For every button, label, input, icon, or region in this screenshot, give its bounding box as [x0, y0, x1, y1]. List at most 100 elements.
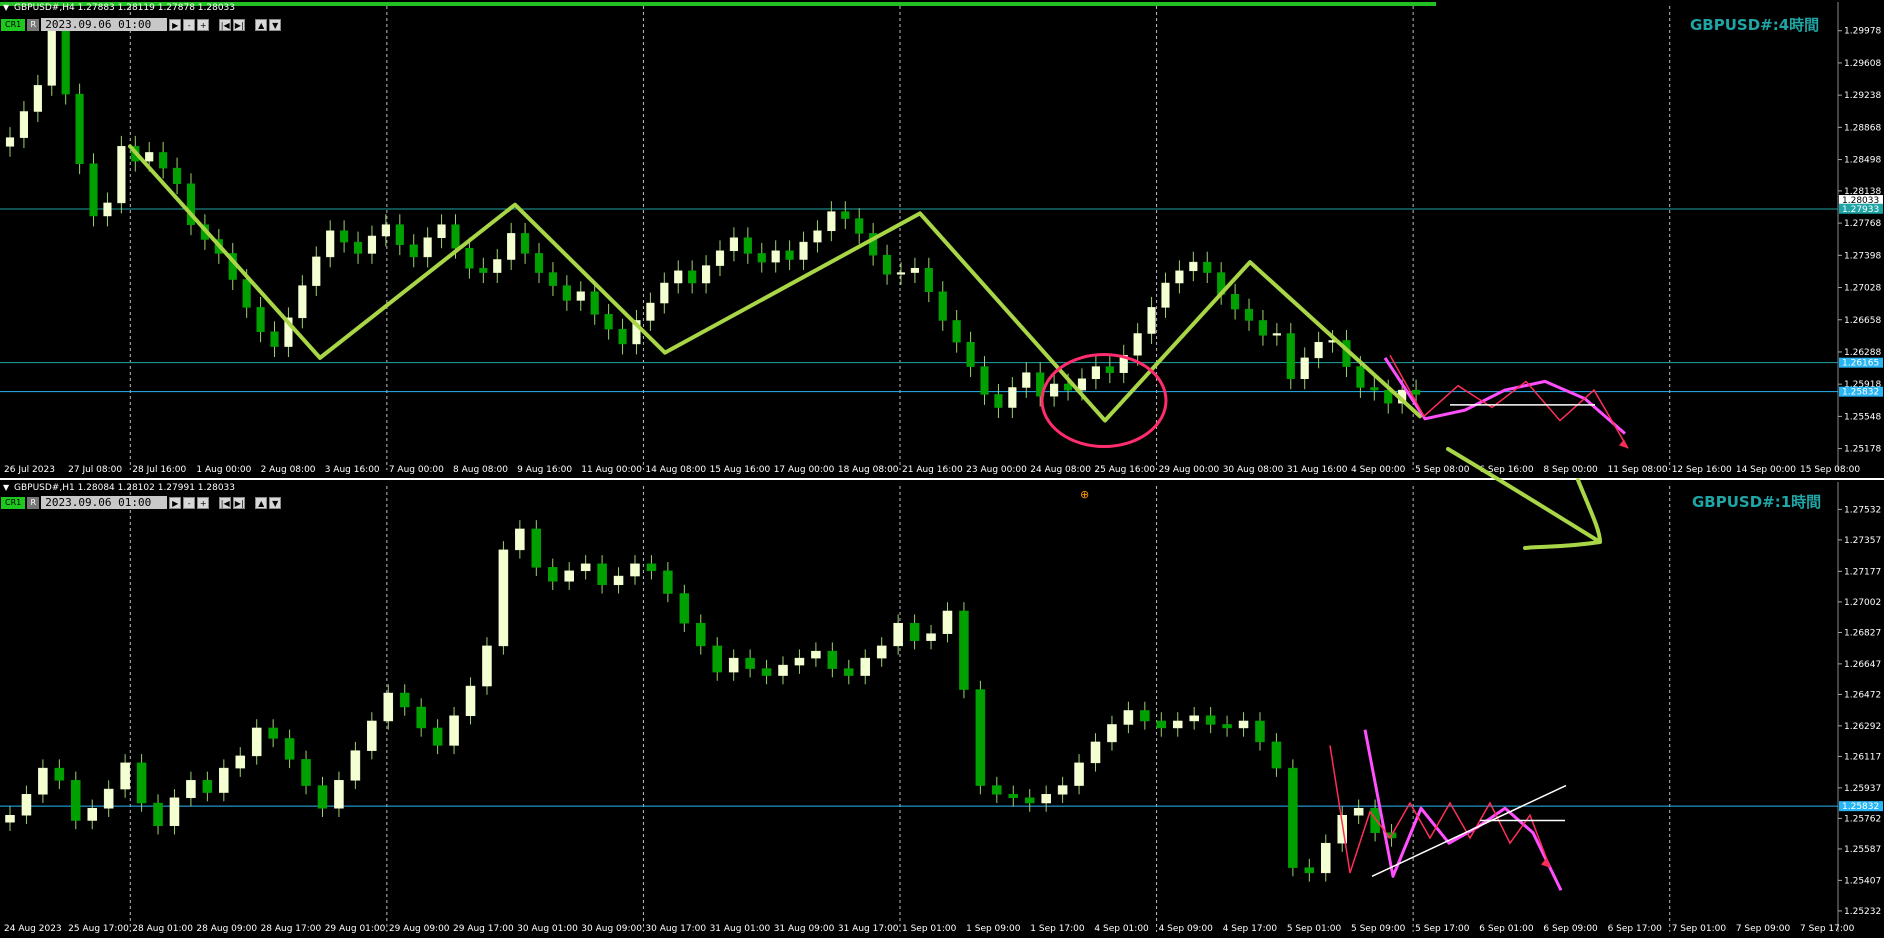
candle-body[interactable] — [437, 224, 446, 238]
candle-body[interactable] — [952, 320, 961, 343]
candle-body[interactable] — [1304, 867, 1315, 874]
candle-body[interactable] — [235, 755, 246, 769]
candle-body[interactable] — [298, 285, 307, 319]
candle-body[interactable] — [1353, 808, 1364, 816]
candle-body[interactable] — [1105, 366, 1114, 373]
candle-body[interactable] — [1090, 741, 1101, 764]
candle-body[interactable] — [548, 272, 558, 286]
candle-body[interactable] — [1203, 261, 1212, 273]
candle-body[interactable] — [924, 267, 933, 292]
candle-body[interactable] — [1272, 333, 1281, 336]
candle-body[interactable] — [580, 563, 591, 572]
candle-body[interactable] — [910, 267, 919, 273]
h4-zoom-out-button[interactable]: - — [183, 18, 196, 31]
candle-body[interactable] — [1300, 357, 1309, 380]
candle-body[interactable] — [172, 167, 182, 185]
candle-body[interactable] — [145, 152, 154, 162]
candle-body[interactable] — [1107, 724, 1117, 743]
candle-body[interactable] — [663, 570, 673, 594]
candle-body[interactable] — [1314, 341, 1323, 359]
candle-body[interactable] — [882, 254, 892, 275]
candle-body[interactable] — [1258, 320, 1268, 336]
candle-body[interactable] — [1231, 294, 1240, 310]
candle-body[interactable] — [449, 715, 459, 746]
candle-body[interactable] — [618, 328, 627, 345]
candle-body[interactable] — [604, 314, 613, 330]
candle-body[interactable] — [367, 720, 377, 751]
candle-body[interactable] — [1244, 308, 1254, 321]
candle-body[interactable] — [576, 291, 585, 301]
candle-body[interactable] — [745, 657, 755, 669]
candle-body[interactable] — [153, 802, 163, 826]
candle-body[interactable] — [399, 692, 410, 708]
candle-body[interactable] — [326, 230, 335, 258]
candle-body[interactable] — [1175, 270, 1184, 284]
candle-body[interactable] — [564, 570, 574, 582]
candle-body[interactable] — [136, 762, 147, 804]
candle-body[interactable] — [702, 265, 711, 284]
candle-body[interactable] — [757, 253, 766, 263]
candle-body[interactable] — [844, 668, 854, 676]
candle-body[interactable] — [493, 259, 502, 273]
candle-body[interactable] — [1074, 762, 1084, 786]
candle-body[interactable] — [103, 788, 114, 809]
candle-body[interactable] — [1041, 794, 1051, 804]
candle-body[interactable] — [778, 664, 788, 676]
candle-body[interactable] — [938, 291, 947, 321]
candle-body[interactable] — [219, 767, 229, 793]
h1-first-bar-button[interactable]: |◀ — [219, 496, 232, 509]
candle-body[interactable] — [646, 563, 657, 572]
candle-body[interactable] — [1238, 720, 1249, 729]
h1-scroll-up-button[interactable]: ▲ — [255, 496, 268, 509]
candle-body[interactable] — [1024, 797, 1035, 804]
candle-body[interactable] — [21, 794, 32, 816]
candle-body[interactable] — [1008, 387, 1017, 408]
h1-zoom-out-button[interactable]: - — [183, 496, 196, 509]
candle-body[interactable] — [534, 253, 544, 273]
candle-body[interactable] — [19, 111, 29, 138]
candle-body[interactable] — [597, 563, 607, 586]
candle-body[interactable] — [547, 567, 558, 582]
candle-body[interactable] — [1123, 710, 1134, 725]
candle-body[interactable] — [33, 85, 42, 112]
candle-body[interactable] — [186, 780, 196, 799]
candle-body[interactable] — [270, 331, 279, 347]
candle-body[interactable] — [1050, 383, 1059, 397]
candle-body[interactable] — [761, 668, 772, 676]
candle-body[interactable] — [71, 780, 81, 821]
candle-body[interactable] — [89, 163, 98, 217]
h1-r-button[interactable]: R — [27, 496, 40, 509]
candle-body[interactable] — [312, 256, 321, 286]
candle-body[interactable] — [674, 270, 683, 284]
candle-body[interactable] — [340, 230, 349, 243]
h1-zoom-in-button[interactable]: + — [197, 496, 210, 509]
candle-body[interactable] — [54, 767, 65, 781]
candle-body[interactable] — [688, 270, 697, 284]
candle-body[interactable] — [61, 30, 70, 95]
candle-body[interactable] — [242, 279, 251, 308]
candle-body[interactable] — [729, 237, 739, 252]
h1-datetime-field[interactable]: 2023.09.06 01:00 — [41, 496, 168, 509]
candle-body[interactable] — [1255, 720, 1265, 743]
candle-body[interactable] — [1205, 715, 1216, 725]
h4-cr-badge[interactable]: CR1 — [1, 18, 26, 31]
candle-body[interactable] — [909, 622, 920, 641]
candle-body[interactable] — [38, 767, 48, 795]
candle-body[interactable] — [383, 692, 394, 722]
h4-zoom-in-button[interactable]: + — [197, 18, 210, 31]
candle-body[interactable] — [1008, 794, 1019, 799]
candle-body[interactable] — [350, 750, 361, 781]
candle-body[interactable] — [1161, 282, 1170, 308]
collapse-triangle-icon[interactable]: ▼ — [3, 483, 9, 492]
candle-body[interactable] — [728, 657, 739, 673]
h4-scroll-down-button[interactable]: ▼ — [269, 18, 282, 31]
candle-body[interactable] — [771, 250, 780, 263]
h1-last-bar-button[interactable]: ▶| — [233, 496, 246, 509]
candle-body[interactable] — [893, 622, 903, 647]
candle-body[interactable] — [1370, 808, 1380, 833]
candle-body[interactable] — [479, 267, 488, 273]
candle-body[interactable] — [942, 610, 953, 634]
candle-body[interactable] — [1057, 785, 1068, 795]
candle-body[interactable] — [521, 233, 530, 254]
h1-cr-badge[interactable]: CR1 — [1, 496, 26, 509]
